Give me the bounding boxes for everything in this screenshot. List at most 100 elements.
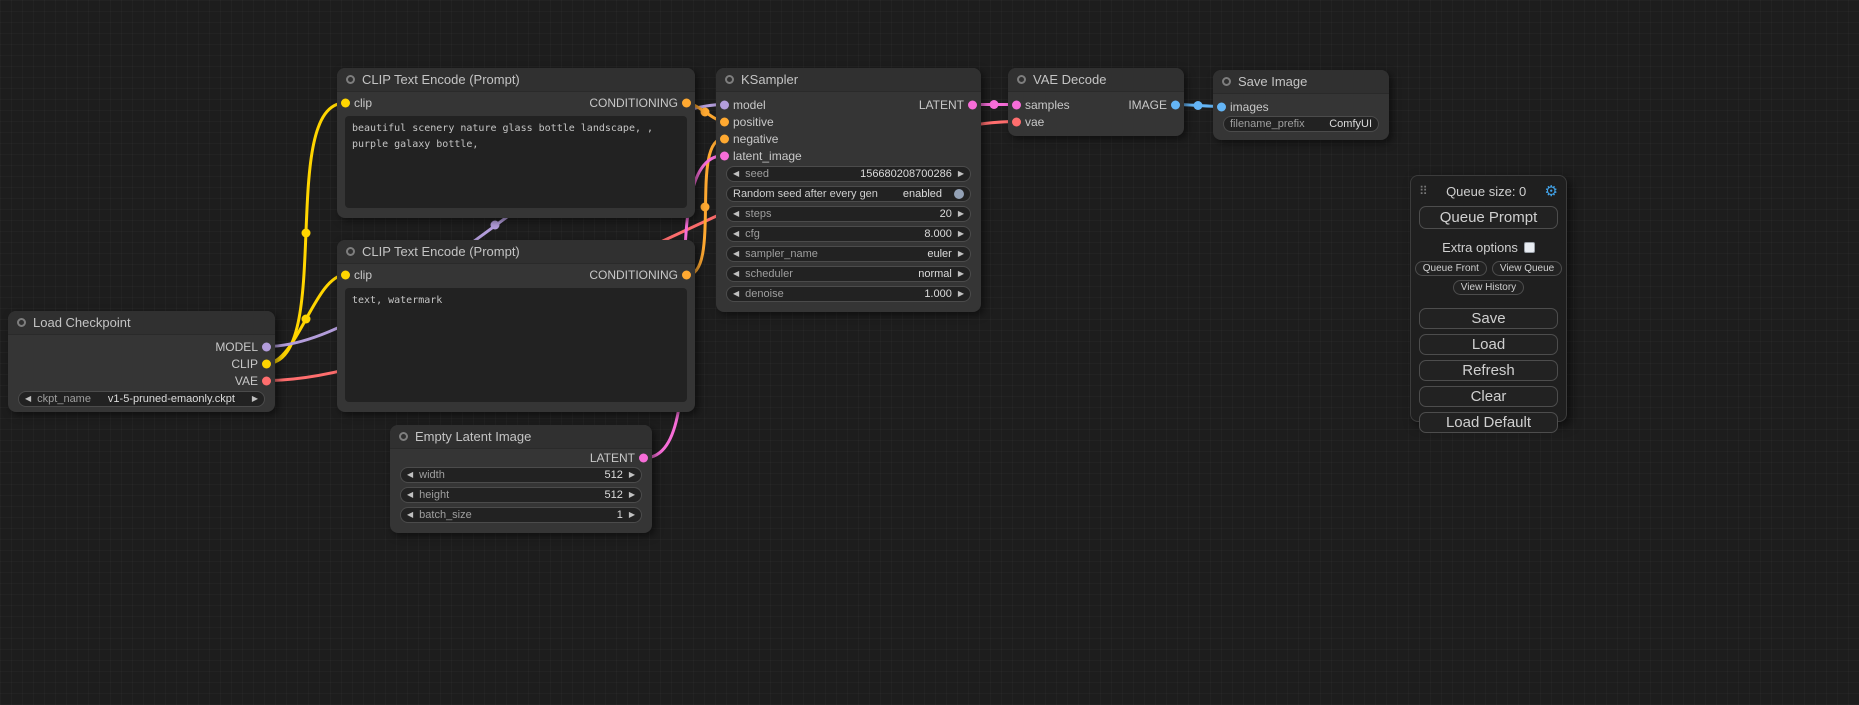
increment-arrow-icon[interactable]: ▶	[252, 395, 258, 403]
extra-options-checkbox[interactable]	[1524, 242, 1535, 253]
widget-denoise[interactable]: ◀ denoise 1.000 ▶	[726, 286, 971, 302]
input-dot-model[interactable]	[720, 100, 729, 109]
output-slot-vae[interactable]: VAE	[8, 372, 275, 389]
decrement-arrow-icon[interactable]: ◀	[25, 395, 31, 403]
output-dot-image[interactable]	[1171, 100, 1180, 109]
output-dot-model[interactable]	[262, 342, 271, 351]
decrement-arrow-icon[interactable]: ◀	[733, 210, 739, 218]
decrement-arrow-icon[interactable]: ◀	[407, 511, 413, 519]
output-dot-clip[interactable]	[262, 359, 271, 368]
output-slot-latent[interactable]: LATENT	[390, 449, 652, 467]
extra-options-label: Extra options	[1442, 240, 1518, 255]
increment-arrow-icon[interactable]: ▶	[629, 471, 635, 479]
collapse-dot-icon[interactable]	[399, 432, 408, 441]
widget-filename-prefix[interactable]: filename_prefix ComfyUI	[1223, 116, 1379, 132]
collapse-dot-icon[interactable]	[725, 75, 734, 84]
toggle-knob-icon[interactable]	[954, 189, 964, 199]
queue-prompt-button[interactable]: Queue Prompt	[1419, 206, 1558, 229]
output-slot-model[interactable]: MODEL	[8, 338, 275, 355]
decrement-arrow-icon[interactable]: ◀	[407, 471, 413, 479]
node-load-checkpoint[interactable]: Load Checkpoint MODEL CLIP VAE ◀ ckpt_na…	[8, 311, 275, 412]
input-dot-vae[interactable]	[1012, 117, 1021, 126]
settings-gear-icon[interactable]: ⚙	[1545, 184, 1558, 199]
input-slot-positive[interactable]: positive	[716, 113, 981, 130]
widget-sampler-name[interactable]: ◀ sampler_name euler ▶	[726, 246, 971, 262]
output-slot-clip[interactable]: CLIP	[8, 355, 275, 372]
decrement-arrow-icon[interactable]: ◀	[733, 290, 739, 298]
widget-steps[interactable]: ◀ steps 20 ▶	[726, 206, 971, 222]
widget-height[interactable]: ◀ height 512 ▶	[400, 487, 642, 503]
output-dot-latent[interactable]	[968, 100, 977, 109]
prompt-text-input[interactable]: text, watermark	[345, 288, 687, 402]
input-slot-images[interactable]: images	[1213, 98, 1389, 115]
node-titlebar[interactable]: Empty Latent Image	[390, 425, 652, 449]
input-dot-images[interactable]	[1217, 102, 1226, 111]
node-title: Empty Latent Image	[415, 429, 531, 444]
increment-arrow-icon[interactable]: ▶	[958, 210, 964, 218]
node-clip-text-encode-negative[interactable]: CLIP Text Encode (Prompt) clip CONDITION…	[337, 240, 695, 412]
collapse-dot-icon[interactable]	[1017, 75, 1026, 84]
input-dot-clip[interactable]	[341, 99, 350, 108]
queue-panel[interactable]: ⠿ Queue size: 0 ⚙ Queue Prompt Extra opt…	[1410, 175, 1567, 422]
node-titlebar[interactable]: KSampler	[716, 68, 981, 92]
input-dot-latent-image[interactable]	[720, 151, 729, 160]
widget-value: normal	[918, 268, 952, 280]
widget-seed[interactable]: ◀ seed 156680208700286 ▶	[726, 166, 971, 182]
load-default-button[interactable]: Load Default	[1419, 412, 1558, 433]
node-titlebar[interactable]: Save Image	[1213, 70, 1389, 94]
decrement-arrow-icon[interactable]: ◀	[407, 491, 413, 499]
input-dot-positive[interactable]	[720, 117, 729, 126]
prompt-text-input[interactable]: beautiful scenery nature glass bottle la…	[345, 116, 687, 208]
widget-random-seed-toggle[interactable]: Random seed after every gen enabled	[726, 186, 971, 202]
input-slot-latent-image[interactable]: latent_image	[716, 147, 981, 164]
node-graph-canvas[interactable]: Load Checkpoint MODEL CLIP VAE ◀ ckpt_na…	[0, 0, 1859, 705]
slot-row: model LATENT	[716, 96, 981, 113]
widget-ckpt-name[interactable]: ◀ ckpt_name v1-5-pruned-emaonly.ckpt ▶	[18, 391, 265, 407]
decrement-arrow-icon[interactable]: ◀	[733, 170, 739, 178]
input-dot-samples[interactable]	[1012, 100, 1021, 109]
node-ksampler[interactable]: KSampler model LATENT positive negative …	[716, 68, 981, 312]
input-dot-clip[interactable]	[341, 271, 350, 280]
decrement-arrow-icon[interactable]: ◀	[733, 230, 739, 238]
increment-arrow-icon[interactable]: ▶	[629, 491, 635, 499]
node-vae-decode[interactable]: VAE Decode samples IMAGE vae	[1008, 68, 1184, 136]
increment-arrow-icon[interactable]: ▶	[629, 511, 635, 519]
input-slot-negative[interactable]: negative	[716, 130, 981, 147]
node-titlebar[interactable]: CLIP Text Encode (Prompt)	[337, 68, 695, 92]
node-save-image[interactable]: Save Image images filename_prefix ComfyU…	[1213, 70, 1389, 140]
increment-arrow-icon[interactable]: ▶	[958, 270, 964, 278]
node-titlebar[interactable]: VAE Decode	[1008, 68, 1184, 92]
queue-front-button[interactable]: Queue Front	[1415, 261, 1487, 276]
input-slot-vae[interactable]: vae	[1008, 113, 1184, 130]
widget-cfg[interactable]: ◀ cfg 8.000 ▶	[726, 226, 971, 242]
collapse-dot-icon[interactable]	[346, 247, 355, 256]
increment-arrow-icon[interactable]: ▶	[958, 250, 964, 258]
view-history-button[interactable]: View History	[1453, 280, 1524, 295]
drag-handle-icon[interactable]: ⠿	[1419, 185, 1428, 197]
save-button[interactable]: Save	[1419, 308, 1558, 329]
widget-width[interactable]: ◀ width 512 ▶	[400, 467, 642, 483]
node-empty-latent-image[interactable]: Empty Latent Image LATENT ◀ width 512 ▶ …	[390, 425, 652, 533]
increment-arrow-icon[interactable]: ▶	[958, 290, 964, 298]
output-dot-vae[interactable]	[262, 376, 271, 385]
refresh-button[interactable]: Refresh	[1419, 360, 1558, 381]
widget-scheduler[interactable]: ◀ scheduler normal ▶	[726, 266, 971, 282]
output-dot-conditioning[interactable]	[682, 99, 691, 108]
increment-arrow-icon[interactable]: ▶	[958, 170, 964, 178]
decrement-arrow-icon[interactable]: ◀	[733, 270, 739, 278]
node-titlebar[interactable]: Load Checkpoint	[8, 311, 275, 335]
collapse-dot-icon[interactable]	[346, 75, 355, 84]
decrement-arrow-icon[interactable]: ◀	[733, 250, 739, 258]
clear-button[interactable]: Clear	[1419, 386, 1558, 407]
output-dot-conditioning[interactable]	[682, 271, 691, 280]
widget-batch-size[interactable]: ◀ batch_size 1 ▶	[400, 507, 642, 523]
collapse-dot-icon[interactable]	[17, 318, 26, 327]
view-queue-button[interactable]: View Queue	[1492, 261, 1562, 276]
collapse-dot-icon[interactable]	[1222, 77, 1231, 86]
node-clip-text-encode-positive[interactable]: CLIP Text Encode (Prompt) clip CONDITION…	[337, 68, 695, 218]
output-dot-latent[interactable]	[639, 454, 648, 463]
node-titlebar[interactable]: CLIP Text Encode (Prompt)	[337, 240, 695, 264]
increment-arrow-icon[interactable]: ▶	[958, 230, 964, 238]
load-button[interactable]: Load	[1419, 334, 1558, 355]
input-dot-negative[interactable]	[720, 134, 729, 143]
